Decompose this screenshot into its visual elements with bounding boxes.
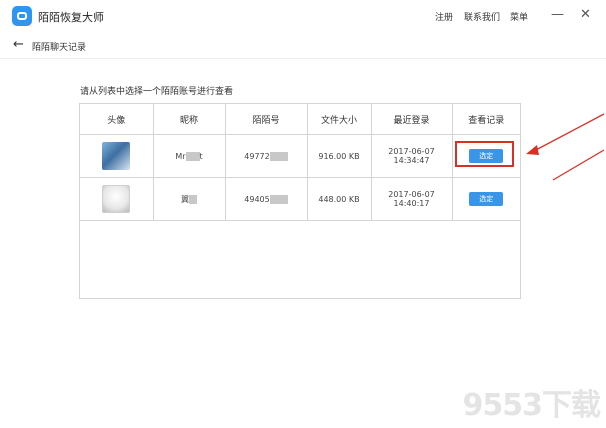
annotation-arrow-line [533,113,605,152]
header-nickname: 昵称 [153,104,226,135]
nickname: Mr [175,151,186,161]
annotation-arrow-line [552,149,605,181]
file-size: 916.00 KB [307,134,372,178]
redaction-mask [269,151,288,161]
register-link[interactable]: 注册 [435,10,453,23]
sub-header: ← 陌陌聊天记录 [0,32,606,59]
instruction-text: 请从列表中选择一个陌陌账号进行查看 [80,87,234,97]
table-row[interactable]: Mr t 49772 916.00 KB 2017-06-07 14:34:47 … [80,134,520,178]
header-view-record: 查看记录 [452,104,520,135]
app-logo-icon [12,6,32,26]
momo-id: 49772 [244,151,270,161]
watermark: 9553下载 [462,388,601,423]
header-file-size: 文件大小 [307,104,372,135]
redaction-mask [189,194,197,204]
header-avatar: 头像 [80,104,154,135]
table-header-row: 头像 昵称 陌陌号 文件大小 最近登录 查看记录 [80,104,520,135]
avatar [102,142,131,170]
menu-link[interactable]: 菜单 [510,10,528,23]
header-last-login: 最近登录 [371,104,453,135]
momo-id: 49405 [244,194,270,204]
header-momo-id: 陌陌号 [225,104,308,135]
nickname-suffix: t [199,151,203,161]
app-title: 陌陌恢复大师 [38,11,104,24]
avatar [102,185,131,213]
account-table: 头像 昵称 陌陌号 文件大小 最近登录 查看记录 Mr t 49772 916.0… [79,103,521,299]
highlight-box [455,141,514,167]
select-button[interactable]: 选定 [469,192,504,206]
last-login: 2017-06-07 14:40:17 [371,177,453,221]
file-size: 448.00 KB [307,177,372,221]
table-row[interactable]: 翼 49405 448.00 KB 2017-06-07 14:40:17 选定 [80,177,520,221]
back-arrow-icon[interactable]: ← [13,37,24,52]
minimize-button[interactable]: — [551,7,564,23]
title-bar: 陌陌恢复大师 注册 联系我们 菜单 — ✕ [0,0,606,33]
close-button[interactable]: ✕ [580,7,591,23]
redaction-mask [269,194,288,204]
nickname: 翼 [181,194,189,204]
redaction-mask [185,151,200,161]
page-title: 陌陌聊天记录 [32,43,87,53]
annotation-arrowhead [526,145,539,155]
contact-us-link[interactable]: 联系我们 [464,10,500,23]
last-login: 2017-06-07 14:34:47 [371,134,453,178]
